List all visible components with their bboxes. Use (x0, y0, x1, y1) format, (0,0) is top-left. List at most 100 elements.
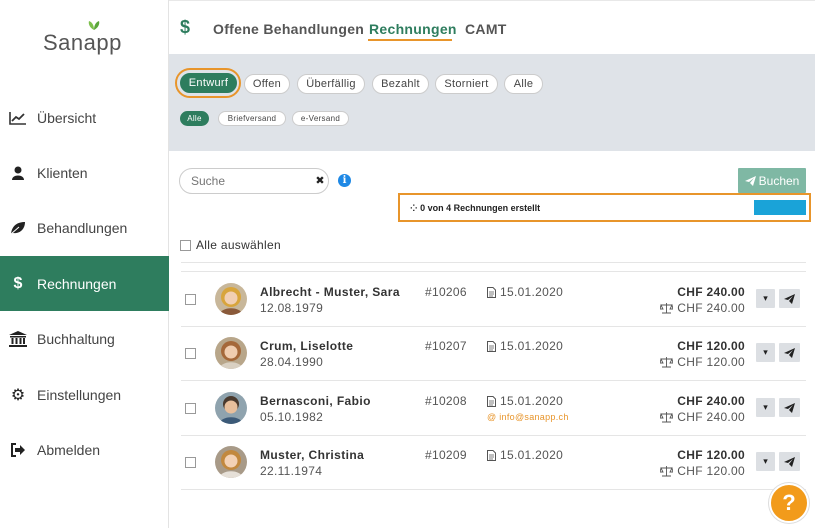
row-checkbox[interactable] (185, 403, 196, 414)
dropdown-button[interactable]: ▾ (756, 398, 775, 417)
invoice-number: #10209 (425, 448, 467, 462)
filter-briefversand[interactable]: Briefversand (218, 111, 286, 126)
filter-ueberfaellig[interactable]: Überfällig (297, 74, 365, 94)
row-checkbox[interactable] (185, 457, 196, 468)
sidebar-item-klienten[interactable]: Klienten (0, 145, 169, 200)
divider (181, 489, 806, 490)
progress-status: ⁘ 0 von 4 Rechnungen erstellt (410, 203, 541, 213)
client-name: Muster, Christina (260, 448, 365, 462)
paper-plane-icon (784, 293, 795, 304)
filter-e-versand[interactable]: e-Versand (292, 111, 349, 126)
filter-storniert[interactable]: Storniert (435, 74, 498, 94)
sidebar-item-label: Klienten (37, 164, 88, 181)
dropdown-button[interactable]: ▾ (756, 289, 775, 308)
filter-offen[interactable]: Offen (244, 74, 290, 94)
invoice-row[interactable]: Bernasconi, Fabio 05.10.1982 #10208 15.0… (181, 381, 806, 435)
spinner-icon: ⁘ (410, 203, 418, 213)
avatar (215, 392, 247, 424)
row-checkbox[interactable] (185, 294, 196, 305)
sidebar-item-label: Behandlungen (37, 219, 128, 236)
sidebar-item-label: Einstellungen (37, 386, 122, 403)
invoice-email: @ info@sanapp.ch (487, 412, 569, 422)
sidebar-item-uebersicht[interactable]: Übersicht (0, 90, 169, 145)
help-button[interactable]: ? (769, 483, 809, 523)
sidebar-item-rechnungen[interactable]: $ Rechnungen (0, 256, 169, 311)
sidebar-item-label: Rechnungen (37, 275, 117, 292)
bank-icon (8, 329, 28, 349)
clear-search-icon[interactable]: ✖ (314, 175, 326, 187)
invoice-balance: CHF 240.00 (660, 301, 745, 315)
balance-scale-icon (660, 465, 674, 476)
select-all[interactable]: Alle auswählen (180, 238, 281, 252)
filter-bezahlt[interactable]: Bezahlt (372, 74, 429, 94)
sidebar-item-label: Buchhaltung (37, 330, 115, 347)
invoice-row[interactable]: Albrecht - Muster, Sara 12.08.1979 #1020… (181, 272, 806, 326)
document-icon (487, 395, 496, 407)
sidebar-item-behandlungen[interactable]: Behandlungen (0, 200, 169, 255)
caret-down-icon: ▾ (763, 293, 768, 303)
caret-down-icon: ▾ (763, 402, 768, 412)
avatar (215, 283, 247, 315)
dropdown-button[interactable]: ▾ (756, 343, 775, 362)
client-name: Albrecht - Muster, Sara (260, 285, 400, 299)
document-icon (487, 340, 496, 352)
sidebar-item-label: Übersicht (37, 109, 97, 126)
sign-out-icon (8, 440, 28, 460)
tab-offene-behandlungen[interactable]: Offene Behandlungen (213, 21, 364, 37)
user-icon (8, 163, 28, 183)
invoice-row[interactable]: Crum, Liselotte 28.04.1990 #10207 15.01.… (181, 326, 806, 380)
list-top-divider (181, 262, 806, 263)
at-icon: @ (487, 412, 497, 422)
active-tab-underline (368, 39, 452, 41)
client-dob: 28.04.1990 (260, 355, 324, 369)
paper-plane-icon (784, 456, 795, 467)
client-dob: 05.10.1982 (260, 410, 324, 424)
filter-panel: Entwurf Offen Überfällig Bezahlt Stornie… (169, 54, 815, 151)
caret-down-icon: ▾ (763, 347, 768, 357)
select-all-label: Alle auswählen (196, 238, 281, 252)
info-icon[interactable]: i (338, 174, 351, 187)
client-dob: 12.08.1979 (260, 301, 324, 315)
invoice-date: 15.01.2020 (487, 448, 563, 462)
client-name: Bernasconi, Fabio (260, 394, 371, 408)
paper-plane-icon (784, 347, 795, 358)
search-input[interactable] (179, 168, 329, 194)
invoice-balance: CHF 120.00 (660, 464, 745, 478)
send-button[interactable] (779, 343, 800, 362)
gear-icon: ⚙ (10, 386, 26, 404)
sidebar-item-label: Abmelden (37, 441, 101, 458)
document-icon (487, 286, 496, 298)
filter-entwurf[interactable]: Entwurf (180, 73, 237, 93)
client-dob: 22.11.1974 (260, 464, 323, 478)
paper-plane-icon (784, 402, 795, 413)
invoice-amount: CHF 120.00 (677, 339, 745, 353)
balance-scale-icon (660, 302, 674, 313)
select-all-checkbox[interactable] (180, 239, 191, 251)
sidebar-item-buchhaltung[interactable]: Buchhaltung (0, 311, 169, 366)
question-icon: ? (782, 490, 796, 515)
document-icon (487, 449, 496, 461)
dropdown-button[interactable]: ▾ (756, 452, 775, 471)
sidebar: Sanapp Übersicht Klienten Behandlungen $… (0, 0, 169, 528)
dollar-icon: $ (180, 17, 191, 37)
dollar-icon: $ (13, 274, 23, 292)
filter-alle[interactable]: Alle (504, 74, 543, 94)
send-button[interactable] (779, 398, 800, 417)
row-checkbox[interactable] (185, 348, 196, 359)
progress-box: ⁘ 0 von 4 Rechnungen erstellt (398, 193, 811, 222)
invoice-amount: CHF 120.00 (677, 448, 745, 462)
invoice-balance: CHF 240.00 (660, 410, 745, 424)
sidebar-item-einstellungen[interactable]: ⚙ Einstellungen (0, 367, 169, 422)
invoice-row[interactable]: Muster, Christina 22.11.1974 #10209 15.0… (181, 435, 806, 489)
tab-rechnungen[interactable]: Rechnungen (369, 21, 457, 37)
send-button[interactable] (779, 452, 800, 471)
tab-camt[interactable]: CAMT (465, 21, 507, 37)
send-button[interactable] (779, 289, 800, 308)
sidebar-item-abmelden[interactable]: Abmelden (0, 422, 169, 477)
top-tab-bar: $ Offene Behandlungen Rechnungen CAMT (169, 0, 815, 54)
invoice-date: 15.01.2020 (487, 394, 563, 408)
invoice-balance: CHF 120.00 (660, 355, 745, 369)
buchen-button[interactable]: Buchen (738, 168, 806, 193)
filter-delivery-alle[interactable]: Alle (180, 111, 209, 126)
paper-plane-icon (744, 175, 756, 186)
